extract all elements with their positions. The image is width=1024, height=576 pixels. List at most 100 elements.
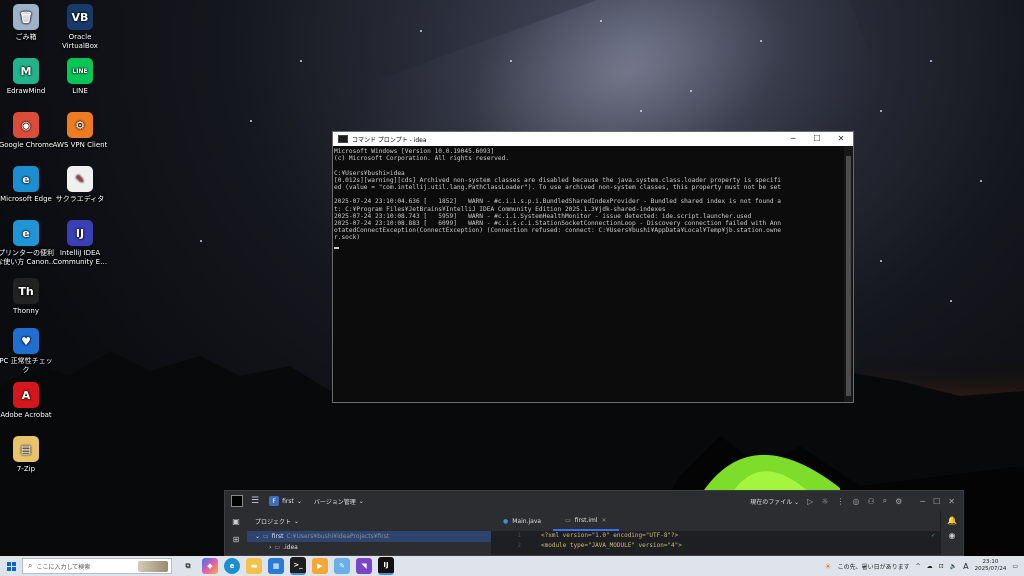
vcs-menu[interactable]: バージョン管理 ⌄ (314, 497, 364, 506)
main-menu-icon[interactable]: ☰ (251, 496, 259, 506)
desktop-icon[interactable]: ▤ 7-Zip (0, 436, 56, 474)
desktop-icon[interactable]: e Microsoft Edge (0, 166, 56, 204)
ai-assistant-icon[interactable]: ◎ (852, 497, 859, 506)
cmd-line: C:¥Users¥bushi>idea (334, 169, 405, 177)
folder-icon: ▭ (274, 543, 281, 551)
visual-studio-icon[interactable]: ◥ (356, 558, 372, 574)
desktop-icon-label: ごみ箱 (15, 33, 37, 41)
desktop-icon[interactable]: ✎ サクラエディタ (50, 166, 110, 204)
app-icon: ▤ (13, 436, 39, 462)
project-panel-title[interactable]: プロジェクト (255, 517, 291, 526)
command-prompt-window[interactable]: コマンド プロンプト - idea ─ ☐ ✕ Microsoft Window… (332, 131, 854, 403)
cloud-icon[interactable]: ☁ (927, 563, 933, 570)
desktop-icon-label: AWS VPN Client (52, 141, 108, 149)
left-tool-strip: ▣ ⊞ (225, 511, 248, 555)
desktop-icon[interactable]: LINE LINE (50, 58, 110, 96)
app-icon: A (13, 382, 39, 408)
store-icon[interactable]: ▦ (268, 558, 284, 574)
project-selector[interactable]: F first ⌄ (269, 496, 302, 506)
task-view-icon[interactable]: ⧉ (180, 558, 196, 574)
debug-icon[interactable]: ☼ (821, 497, 828, 506)
line-number: 2 (517, 542, 521, 549)
intellij-icon[interactable]: IJ (378, 557, 394, 575)
taskbar: ⌕ ここに入力して検索 ⧉ ◆ e ▬ ▦ >_ ▶ ✎ ◥ IJ ☀ この先、… (0, 556, 1024, 576)
desktop-icon[interactable]: M EdrawMind (0, 58, 56, 96)
module-file-icon: ▭ (565, 516, 571, 524)
notepad-icon[interactable]: ✎ (334, 558, 350, 574)
structure-icon[interactable]: ⊞ (229, 535, 243, 547)
desktop-icon-label: IntelliJ IDEA Community E… (52, 249, 108, 266)
close-icon[interactable]: ✕ (829, 132, 853, 146)
desktop-icon[interactable]: Th Thonny (0, 278, 56, 316)
scrollbar-thumb[interactable] (846, 156, 851, 396)
desktop-icon-label: EdrawMind (6, 87, 46, 95)
clock-time: 23:10 (982, 559, 999, 565)
volume-icon[interactable]: 🔈 (950, 563, 957, 570)
search-icon[interactable]: ⌕ (883, 496, 887, 506)
expand-arrow-icon[interactable]: ⌄ (255, 533, 260, 540)
notification-center-icon[interactable]: ▭ (1012, 563, 1018, 570)
maximize-icon[interactable]: ☐ (805, 132, 829, 146)
folder-icon[interactable]: ▣ (229, 517, 243, 529)
weather-text[interactable]: この先、暑い日があります (838, 562, 910, 571)
desktop-icon[interactable]: VB Oracle VirtualBox (50, 4, 110, 51)
copilot-icon[interactable]: ◆ (202, 558, 218, 574)
tree-child-name: .idea (283, 543, 298, 551)
start-button[interactable] (0, 556, 22, 576)
minimize-icon[interactable]: ─ (781, 132, 805, 146)
run-config-selector[interactable]: 現在のファイル ⌄ (750, 497, 799, 506)
tab-first-iml[interactable]: ▭ first.iml ✕ (553, 511, 619, 531)
tree-root-name: first (271, 533, 284, 540)
maximize-icon[interactable]: ☐ (933, 497, 940, 506)
expand-arrow-icon[interactable]: › (269, 544, 271, 551)
tree-row-idea[interactable]: › ▭ .idea (247, 542, 491, 552)
close-tab-icon[interactable]: ✕ (602, 517, 607, 524)
close-icon[interactable]: ✕ (948, 497, 955, 506)
chevron-down-icon[interactable]: ⌄ (294, 518, 299, 525)
ime-mode[interactable]: A (963, 562, 968, 571)
gear-icon[interactable]: ⚙ (895, 497, 902, 506)
cmd-title-bar[interactable]: コマンド プロンプト - idea ─ ☐ ✕ (333, 132, 853, 146)
app-icon: ♥ (13, 328, 39, 354)
search-icon: ⌕ (28, 561, 33, 570)
vcs-label: バージョン管理 (313, 498, 356, 506)
file-explorer-icon[interactable]: ▬ (246, 558, 262, 574)
minimize-icon[interactable]: ─ (920, 497, 925, 506)
run-icon[interactable]: ▷ (807, 497, 813, 506)
intellij-window[interactable]: ☰ F first ⌄ バージョン管理 ⌄ 現在のファイル ⌄ ▷ ☼ ⋮ ◎ … (224, 490, 964, 556)
desktop-icon[interactable]: 🗑 ごみ箱 (0, 4, 56, 42)
code-view[interactable]: 1 <?xml version="1.0" encoding="UTF-8"?>… (491, 531, 941, 551)
notifications-icon[interactable]: 🔔 (941, 516, 963, 525)
weather-icon[interactable]: ☀ (824, 562, 831, 571)
ai-chat-icon[interactable]: ◉ (941, 531, 963, 540)
app-icon: e (13, 220, 39, 246)
tab-main-java[interactable]: ● Main.java (491, 511, 553, 531)
desktop-icon[interactable]: ◉ Google Chrome (0, 112, 56, 150)
terminal-icon[interactable]: >_ (290, 557, 306, 575)
cmd-line: 2025-07-24 23:10:04.636 [ 1852] WARN - #… (334, 198, 782, 206)
cmd-output[interactable]: Microsoft Windows [Version 10.0.19045.60… (333, 146, 844, 402)
edge-icon[interactable]: e (224, 558, 240, 574)
desktop-icon-label: PC 正常性チェック (0, 357, 53, 374)
more-icon[interactable]: ⋮ (836, 497, 844, 506)
user-icon[interactable]: ⚇ (867, 497, 874, 506)
show-hidden-icons-icon[interactable]: ^ (916, 563, 921, 570)
desktop-icon[interactable]: e プリンターの便利な使い方 Canon… (0, 220, 56, 267)
cmd-scrollbar[interactable] (844, 146, 853, 402)
project-name: first (282, 497, 294, 505)
cmd-line: 2025-07-24 23:10:08.743 [ 5959] WARN - #… (334, 212, 752, 220)
cmd-line: Microsoft Windows [Version 10.0.19045.60… (334, 148, 495, 155)
editor-area[interactable]: ● Main.java ▭ first.iml ✕ 1 <?xml versio… (491, 511, 941, 555)
desktop-icon[interactable]: ♥ PC 正常性チェック (0, 328, 56, 375)
network-icon[interactable]: ⊡ (939, 563, 944, 570)
virtualbox-icon[interactable]: ▶ (312, 558, 328, 574)
system-tray: ☀ この先、暑い日があります ^ ☁ ⊡ 🔈 A 23:10 2025/07/2… (824, 556, 1024, 576)
app-icon: Th (13, 278, 39, 304)
clock[interactable]: 23:10 2025/07/24 (975, 559, 1007, 573)
desktop-icon[interactable]: ⚙ AWS VPN Client (50, 112, 110, 150)
desktop-icon[interactable]: IJ IntelliJ IDEA Community E… (50, 220, 110, 267)
chevron-down-icon: ⌄ (358, 497, 364, 505)
taskbar-search[interactable]: ⌕ ここに入力して検索 (22, 558, 172, 574)
desktop-icon[interactable]: A Adobe Acrobat (0, 382, 56, 420)
tree-row-root[interactable]: ⌄ ▭ first C:¥Users¥bushi¥IdeaProjects¥fi… (247, 531, 491, 542)
